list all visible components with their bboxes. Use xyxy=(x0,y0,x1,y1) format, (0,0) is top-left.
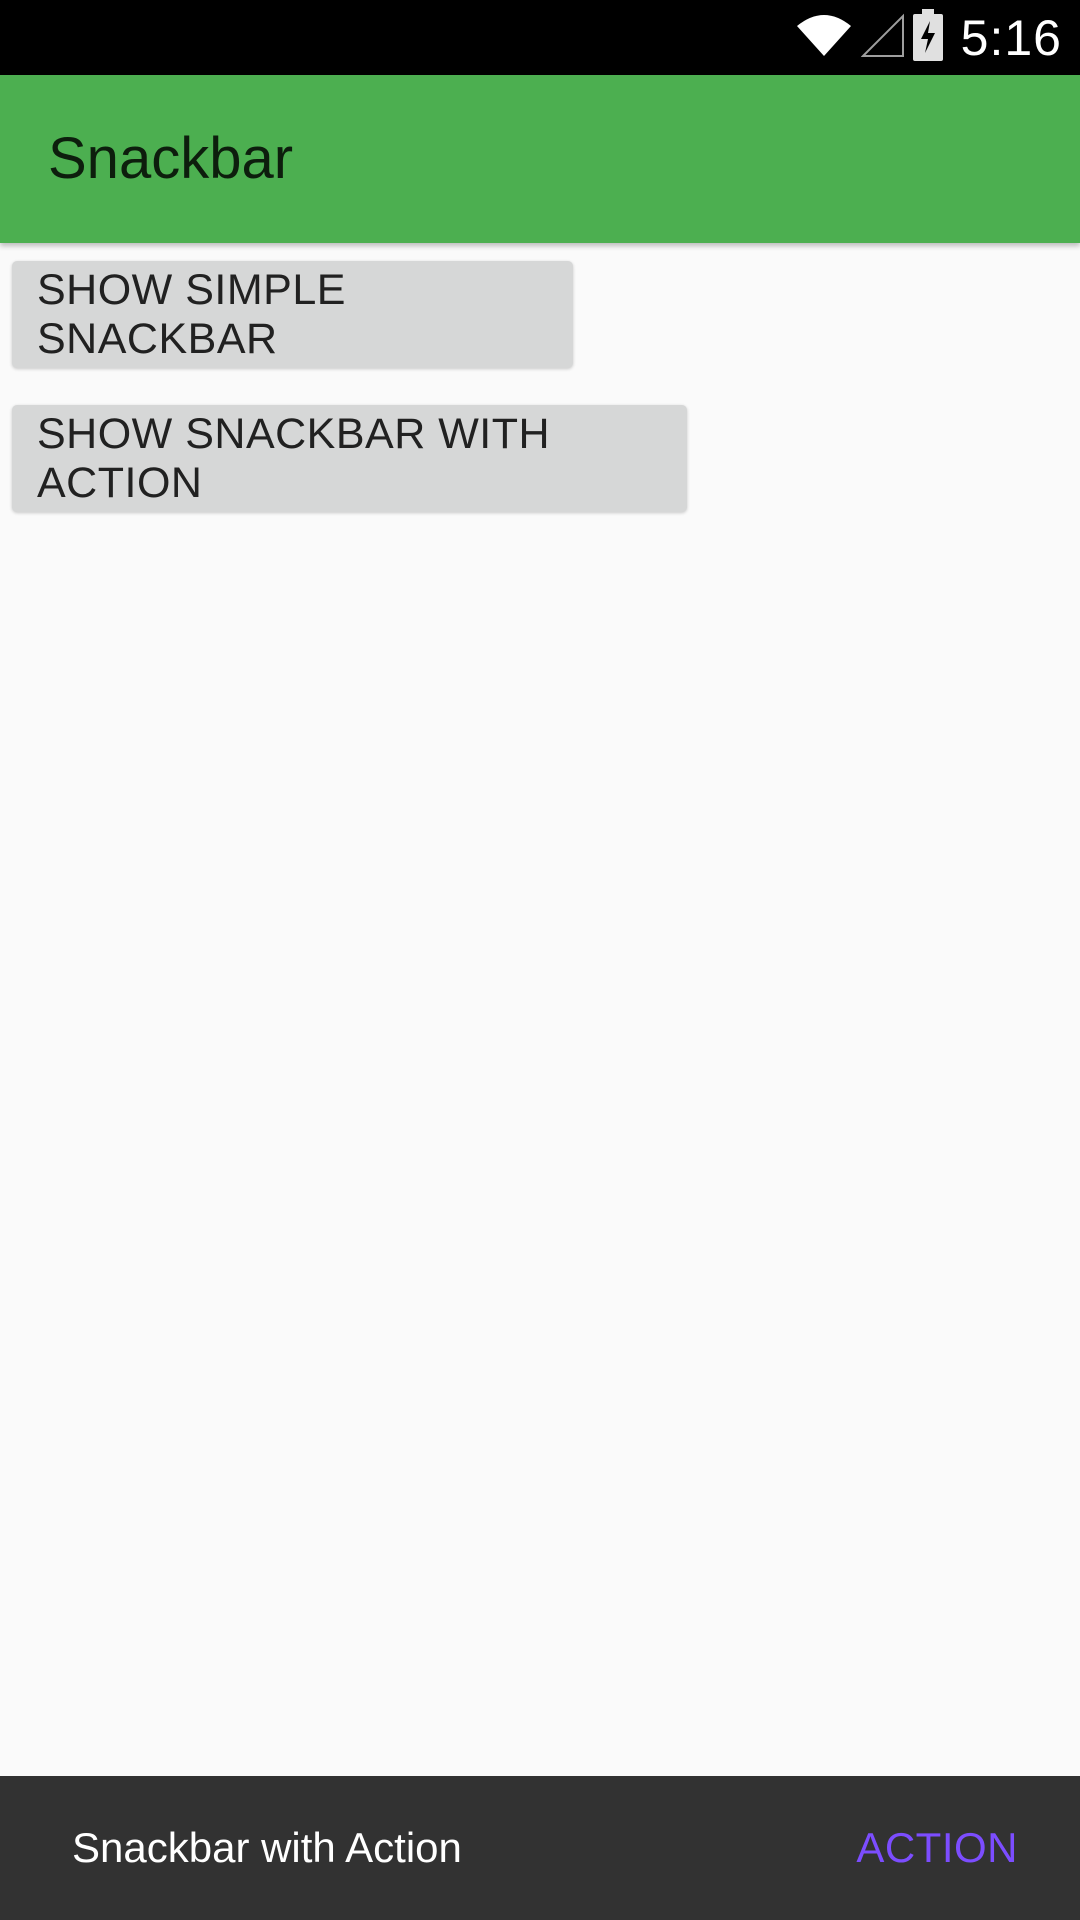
show-snackbar-with-action-label: SHOW SNACKBAR WITH ACTION xyxy=(37,409,551,507)
battery-charging-icon xyxy=(912,9,943,66)
show-snackbar-with-action-button[interactable]: SHOW SNACKBAR WITH ACTION xyxy=(12,405,687,512)
wifi-icon xyxy=(795,12,853,63)
snackbar-message: Snackbar with Action xyxy=(72,1824,462,1871)
status-time: 5:16 xyxy=(960,9,1062,66)
show-simple-snackbar-button[interactable]: SHOW SIMPLE SNACKBAR xyxy=(12,261,573,368)
app-title: Snackbar xyxy=(48,126,294,191)
app-bar: Snackbar xyxy=(0,75,1080,243)
cell-signal-icon xyxy=(860,12,905,63)
snackbar: Snackbar with Action ACTION xyxy=(0,1776,1080,1920)
status-icons: 5:16 xyxy=(795,0,1062,75)
show-simple-snackbar-label: SHOW SIMPLE SNACKBAR xyxy=(37,265,346,363)
app-screen: 5:16 Snackbar SHOW SIMPLE SNACKBAR SHOW … xyxy=(0,0,1080,1920)
status-bar: 5:16 xyxy=(0,0,1080,75)
snackbar-action-button[interactable]: ACTION xyxy=(856,1776,1018,1920)
